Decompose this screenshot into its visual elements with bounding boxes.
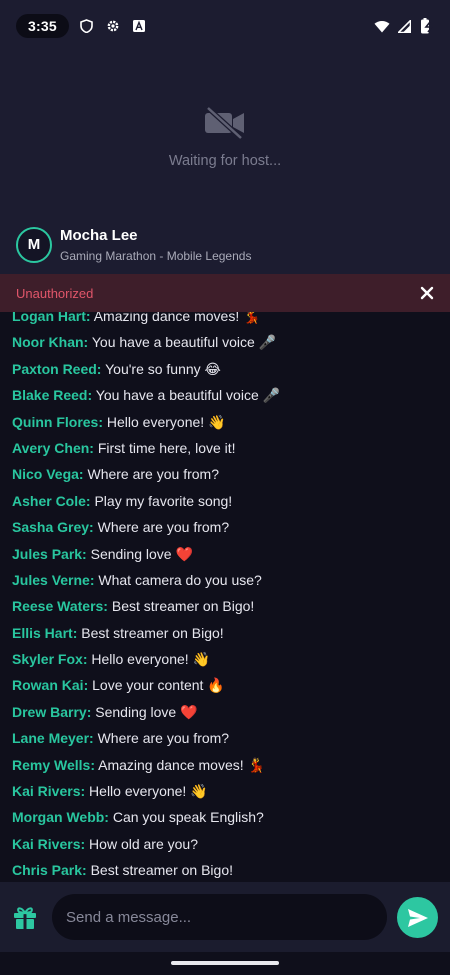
chat-text: Best streamer on Bigo! — [90, 862, 233, 879]
chat-username[interactable]: Drew Barry: — [12, 704, 91, 720]
chat-message: Jules Verne: What camera do you use? — [12, 567, 450, 593]
chat-text: Love your content 🔥 — [92, 677, 225, 694]
chat-message: Jules Park: Sending love ❤️ — [12, 541, 450, 567]
chat-username[interactable]: Kai Rivers: — [12, 783, 85, 799]
chat-message: Kai Rivers: Hello everyone! 👋 — [12, 778, 450, 804]
chat-text: Can you speak English? — [112, 809, 264, 826]
battery-icon — [418, 18, 434, 34]
close-icon[interactable] — [420, 286, 434, 300]
chat-username[interactable]: Blake Reed: — [12, 387, 92, 403]
home-indicator[interactable] — [171, 961, 279, 965]
chat-message: Nico Vega: Where are you from? — [12, 461, 450, 487]
chat-username[interactable]: Nico Vega: — [12, 466, 84, 482]
chat-message: Avery Chen: First time here, love it! — [12, 435, 450, 461]
chat-message: Remy Wells: Amazing dance moves! 💃 — [12, 752, 450, 778]
message-composer — [0, 882, 450, 952]
avatar[interactable]: M — [16, 226, 52, 263]
error-banner: Unauthorized — [0, 274, 450, 312]
chat-message: Drew Barry: Sending love ❤️ — [12, 699, 450, 725]
chat-username[interactable]: Logan Hart: — [12, 312, 91, 324]
status-bar: 3:35 — [0, 0, 450, 52]
chat-message: Asher Cole: Play my favorite song! — [12, 488, 450, 514]
chat-username[interactable]: Sasha Grey: — [12, 519, 94, 535]
chat-username[interactable]: Kai Rivers: — [12, 836, 85, 852]
chat-username[interactable]: Rowan Kai: — [12, 677, 88, 693]
chat-text: First time here, love it! — [97, 439, 236, 456]
chat-text: You have a beautiful voice 🎤 — [95, 387, 281, 404]
chat-username[interactable]: Jules Verne: — [12, 572, 95, 588]
chat-list[interactable]: Logan Hart: Amazing dance moves! 💃 Noor K… — [0, 312, 450, 882]
wifi-icon — [374, 18, 390, 34]
chat-message: Ellis Hart: Best streamer on Bigo! — [12, 620, 450, 646]
gear-icon — [105, 18, 121, 34]
chat-message: Sasha Grey: Where are you from? — [12, 514, 450, 540]
chat-username[interactable]: Noor Khan: — [12, 334, 88, 350]
host-details: Mocha Lee Gaming Marathon - Mobile Legen… — [60, 226, 251, 263]
chat-text: What camera do you use? — [98, 571, 262, 588]
video-area[interactable]: Waiting for host... M Mocha Lee Gaming M… — [0, 52, 450, 274]
chat-message: Chris Park: Best streamer on Bigo! — [12, 857, 450, 882]
host-name: Mocha Lee — [60, 227, 138, 244]
chat-text: Hello everyone! 👋 — [91, 651, 210, 668]
chat-username[interactable]: Avery Chen: — [12, 440, 94, 456]
chat-text: Best streamer on Bigo! — [111, 598, 255, 615]
shield-icon — [79, 18, 95, 34]
chat-text: Sending love ❤️ — [90, 545, 193, 562]
chat-username[interactable]: Paxton Reed: — [12, 361, 101, 377]
chat-message: Blake Reed: You have a beautiful voice 🎤 — [12, 382, 450, 408]
error-message: Unauthorized — [16, 285, 94, 301]
chat-text: You have a beautiful voice 🎤 — [91, 334, 277, 351]
chat-message: Kai Rivers: How old are you? — [12, 831, 450, 857]
chat-message: Rowan Kai: Love your content 🔥 — [12, 672, 450, 698]
chat-text: How old are you? — [89, 835, 198, 852]
send-button[interactable] — [397, 897, 438, 938]
chat-username[interactable]: Lane Meyer: — [12, 730, 94, 746]
status-right — [374, 18, 434, 34]
chat-message: Quinn Flores: Hello everyone! 👋 — [12, 409, 450, 435]
chat-text: Hello everyone! 👋 — [106, 413, 226, 430]
chat-message: Morgan Webb: Can you speak English? — [12, 804, 450, 830]
chat-text: Where are you from? — [87, 466, 219, 483]
chat-text: Where are you from? — [97, 730, 230, 747]
chat-text: Sending love ❤️ — [95, 703, 198, 720]
send-icon — [407, 908, 428, 927]
chat-message: Lane Meyer: Where are you from? — [12, 725, 450, 751]
chat-text: You're so funny 😂 — [105, 360, 221, 377]
chat-message: Reese Waters: Best streamer on Bigo! — [12, 593, 450, 619]
chat-username[interactable]: Reese Waters: — [12, 598, 108, 614]
chat-username[interactable]: Jules Park: — [12, 546, 87, 562]
navigation-bar — [0, 952, 450, 975]
chat-username[interactable]: Skyler Fox: — [12, 651, 87, 667]
chat-messages: Logan Hart: Amazing dance moves! 💃 Noor K… — [0, 312, 450, 882]
stream-title: Gaming Marathon - Mobile Legends — [60, 249, 252, 263]
chat-text: Where are you from? — [97, 519, 230, 536]
chat-username[interactable]: Ellis Hart: — [12, 625, 77, 641]
signal-icon — [396, 18, 412, 34]
chat-text: Amazing dance moves! 💃 — [93, 312, 261, 324]
font-icon — [131, 18, 147, 34]
chat-message: Noor Khan: You have a beautiful voice 🎤 — [12, 329, 450, 355]
chat-message: Paxton Reed: You're so funny 😂 — [12, 356, 450, 382]
chat-username[interactable]: Quinn Flores: — [12, 414, 103, 430]
chat-username[interactable]: Chris Park: — [12, 862, 87, 878]
status-time: 3:35 — [16, 14, 69, 38]
chat-message: Logan Hart: Amazing dance moves! 💃 — [12, 312, 450, 329]
chat-message: Skyler Fox: Hello everyone! 👋 — [12, 646, 450, 672]
waiting-text: Waiting for host... — [168, 153, 282, 169]
video-off-icon — [205, 107, 244, 139]
message-input[interactable] — [52, 894, 387, 940]
chat-username[interactable]: Remy Wells: — [12, 757, 95, 773]
chat-username[interactable]: Morgan Webb: — [12, 809, 109, 825]
chat-text: Best streamer on Bigo! — [81, 624, 224, 641]
host-info: M Mocha Lee Gaming Marathon - Mobile Leg… — [16, 226, 251, 263]
status-left: 3:35 — [16, 14, 147, 38]
chat-text: Play my favorite song! — [94, 492, 233, 509]
gift-icon[interactable] — [12, 904, 38, 930]
chat-text: Hello everyone! 👋 — [89, 783, 208, 800]
chat-text: Amazing dance moves! 💃 — [98, 756, 265, 773]
chat-username[interactable]: Asher Cole: — [12, 493, 91, 509]
